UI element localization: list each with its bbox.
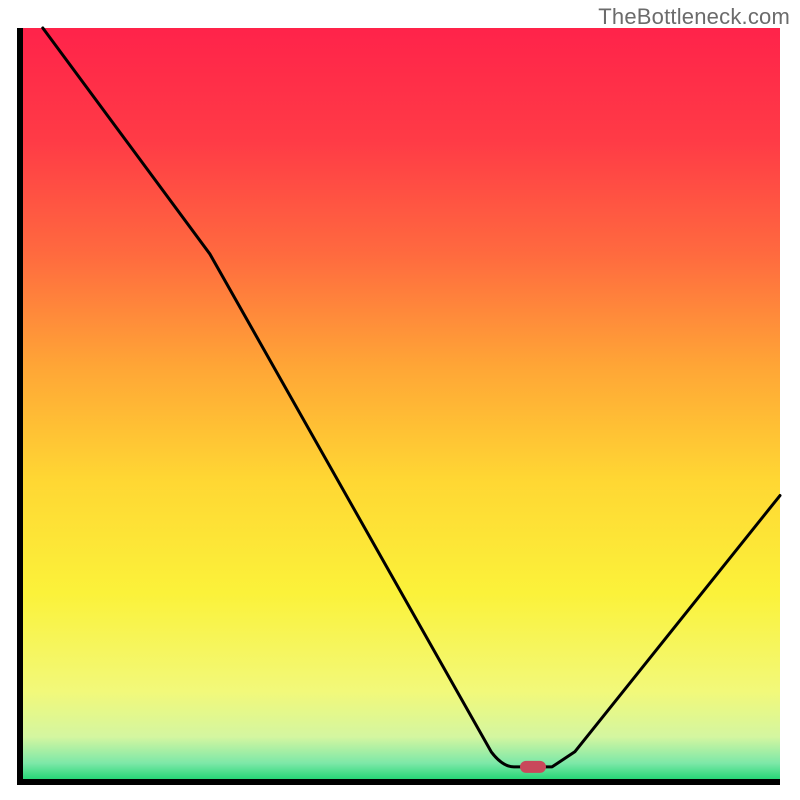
watermark-text: TheBottleneck.com (598, 4, 790, 30)
chart-background (20, 28, 780, 782)
chart-canvas (0, 0, 800, 800)
optimal-marker (520, 761, 546, 773)
bottleneck-chart: TheBottleneck.com (0, 0, 800, 800)
